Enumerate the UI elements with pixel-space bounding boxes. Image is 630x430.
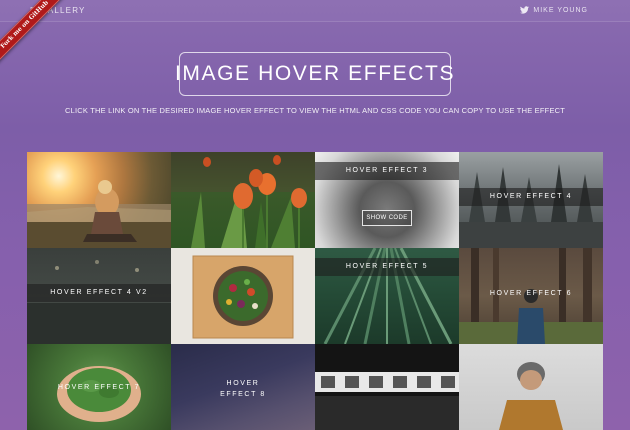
page-subtitle: CLICK THE LINK ON THE DESIRED IMAGE HOVE… xyxy=(64,106,566,115)
tile-sunset-girl[interactable] xyxy=(27,152,171,248)
tile-hiker-fog[interactable] xyxy=(459,344,603,430)
tile-subway[interactable] xyxy=(315,344,459,430)
salad-bowl-image xyxy=(192,255,294,339)
hover-effect-7-caption: HOVER EFFECT 7 xyxy=(57,384,141,391)
tile-hover-effect-4-v2[interactable]: HOVER EFFECT 4 V2 xyxy=(27,248,171,344)
hover-effect-5-caption: HOVER EFFECT 5 xyxy=(315,258,459,276)
twitter-icon xyxy=(520,6,530,14)
show-code-button[interactable]: SHOW CODE xyxy=(362,210,412,226)
tile-hover-effect-6[interactable]: HOVER EFFECT 6 xyxy=(459,248,603,344)
tile-tulips[interactable] xyxy=(171,152,315,248)
hover-effect-8-caption-line1: HOVER xyxy=(226,380,260,387)
tile-hover-effect-8[interactable]: HOVER EFFECT 8 xyxy=(171,344,315,430)
hiker-fog-image xyxy=(499,362,563,430)
author-link[interactable]: MIKE YOUNG xyxy=(520,6,588,14)
tile-hover-effect-5[interactable]: HOVER EFFECT 5 xyxy=(315,248,459,344)
tile-salad-bowl[interactable] xyxy=(171,248,315,344)
tile-hover-effect-3[interactable]: HOVER EFFECT 3 SHOW CODE xyxy=(315,152,459,248)
hover-effect-4-caption: HOVER EFFECT 4 xyxy=(459,188,603,206)
tile-hover-effect-4[interactable]: HOVER EFFECT 4 xyxy=(459,152,603,248)
effects-grid: HOVER EFFECT 3 SHOW CODE HOVER EFFECT 4 … xyxy=(27,152,603,430)
tile-hover-effect-7[interactable]: HOVER EFFECT 7 xyxy=(27,344,171,430)
hover-effect-8-caption-line2: EFFECT 8 xyxy=(220,391,266,398)
github-ribbon[interactable]: Fork me on GitHub xyxy=(0,0,70,70)
hover-effect-6-caption: HOVER EFFECT 6 xyxy=(489,290,573,297)
top-bar: R GALLERY MIKE YOUNG xyxy=(0,0,630,22)
sunset-girl-image xyxy=(27,180,171,248)
page-title: IMAGE HOVER EFFECTS xyxy=(174,62,456,85)
subway-image xyxy=(315,372,459,430)
hover-effect-4-v2-caption: HOVER EFFECT 4 V2 xyxy=(27,284,171,302)
author-name: MIKE YOUNG xyxy=(533,6,588,14)
tulips-image xyxy=(171,152,315,248)
github-ribbon-label[interactable]: Fork me on GitHub xyxy=(0,0,69,69)
page-title-box: IMAGE HOVER EFFECTS xyxy=(175,52,453,96)
hover-effect-3-caption: HOVER EFFECT 3 xyxy=(315,162,459,180)
